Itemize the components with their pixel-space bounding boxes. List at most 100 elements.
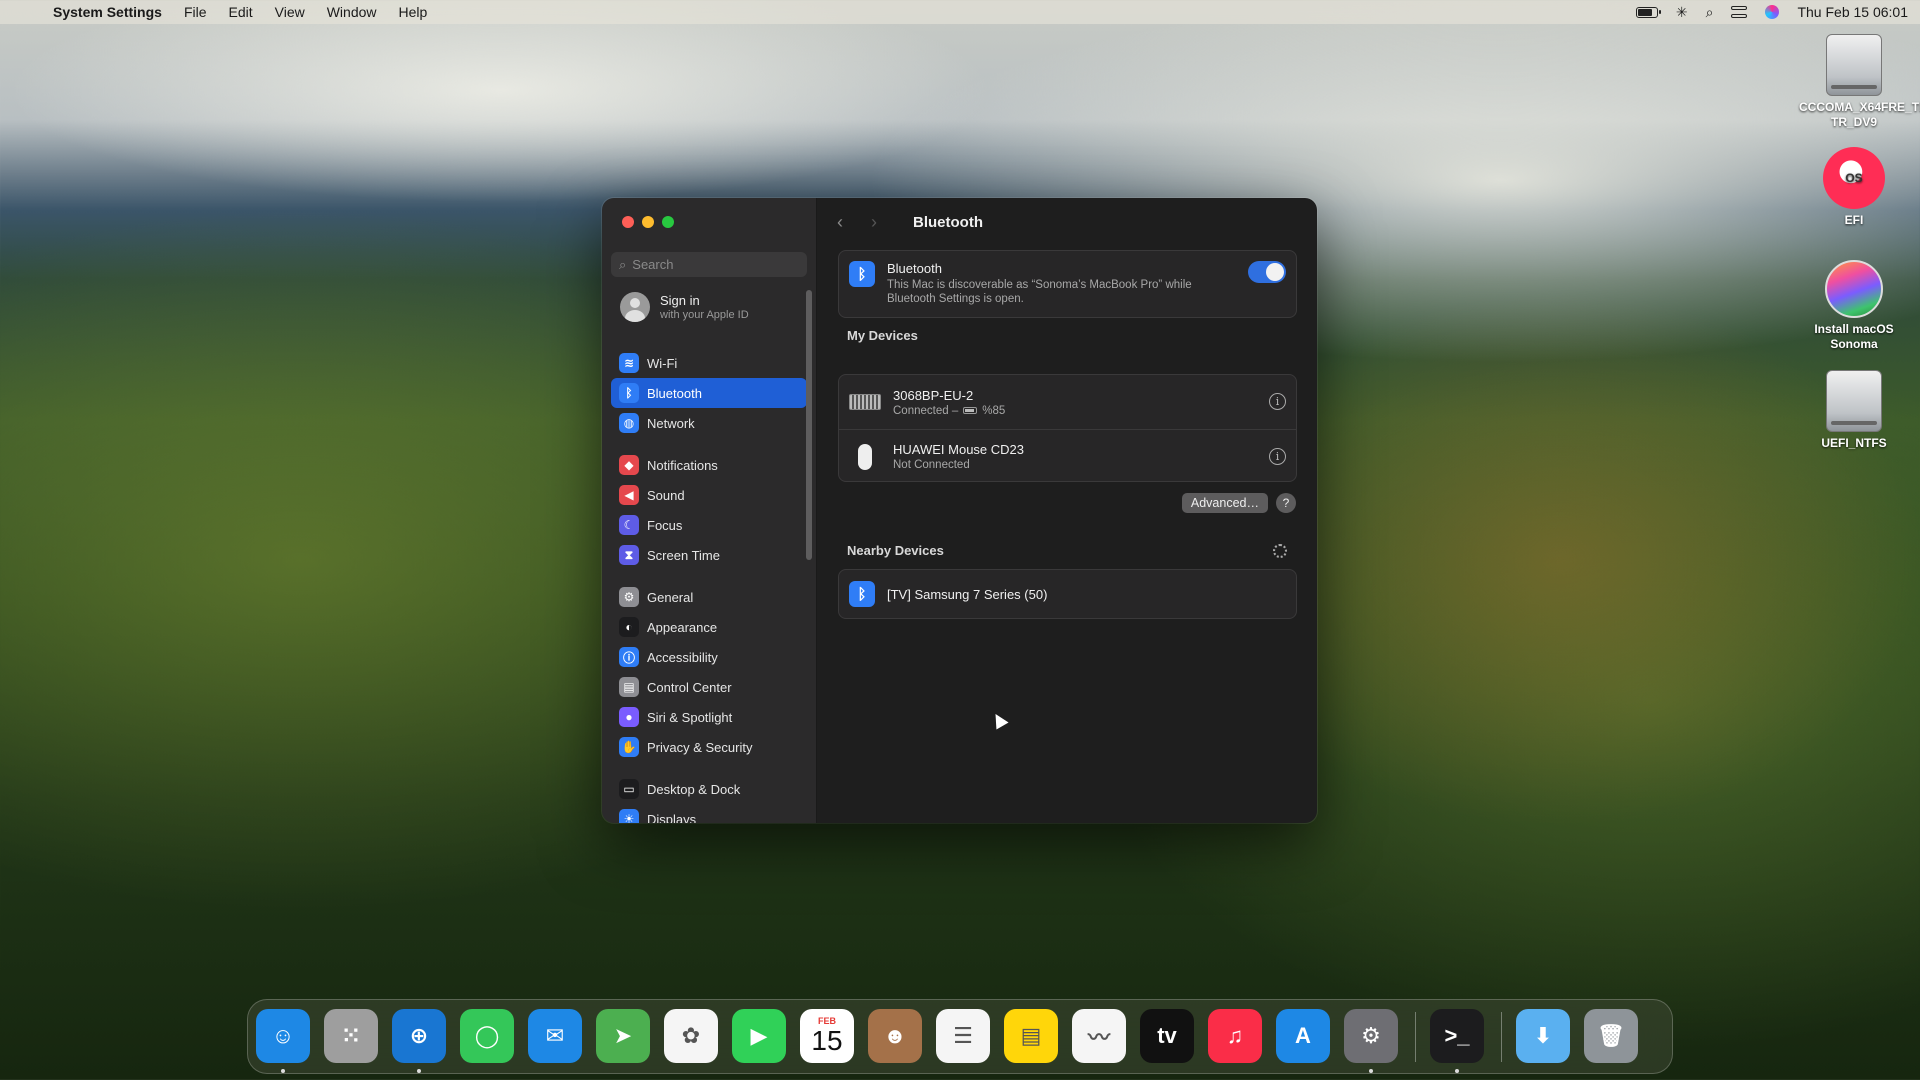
menu-view[interactable]: View (264, 4, 316, 20)
bluetooth-toggle[interactable] (1248, 261, 1286, 283)
control-center-icon: ▤ (619, 677, 639, 697)
bluetooth-description: This Mac is discoverable as “Sonoma’s Ma… (887, 279, 1192, 305)
menu-help[interactable]: Help (388, 4, 439, 20)
apple-id-sign-in[interactable]: Sign in with your Apple ID (620, 292, 749, 322)
maps-icon[interactable]: ➤ (596, 1009, 650, 1063)
info-button[interactable]: i (1269, 448, 1286, 465)
dock-glyph: ✉ (545, 1023, 565, 1048)
desktop-icon-uefi-ntfs[interactable]: UEFI_NTFS (1799, 370, 1909, 451)
dock-glyph: ☺ (271, 1023, 295, 1048)
sidebar-item-notifications[interactable]: ◆ Notifications (611, 450, 807, 480)
dock-glyph: 〰 (1087, 1025, 1110, 1050)
sidebar-item-label: Network (647, 415, 695, 431)
dock-glyph: tv (1157, 1023, 1177, 1048)
menu-file[interactable]: File (173, 4, 218, 20)
sidebar-item-bluetooth[interactable]: ᛒ Bluetooth (611, 378, 807, 408)
device-name: 3068BP-EU-2 (893, 387, 974, 403)
app-store-icon[interactable]: A (1276, 1009, 1330, 1063)
sidebar-item-label: Screen Time (647, 547, 720, 563)
menu-window[interactable]: Window (316, 4, 388, 20)
close-button[interactable] (622, 216, 634, 228)
sidebar-item-focus[interactable]: ☾ Focus (611, 510, 807, 540)
desktop-icon-cccoma[interactable]: CCCOMA_X64FRE_TR-TR_DV9 (1799, 34, 1920, 130)
launchpad-icon[interactable]: ⁙ (324, 1009, 378, 1063)
system-settings-window: ⌕ Search Sign in with your Apple ID ≋ Wi-… (602, 198, 1317, 823)
keyboard-icon (849, 394, 881, 410)
dock-glyph: ⁙ (341, 1023, 361, 1048)
search-placeholder: Search (632, 257, 674, 272)
mail-icon[interactable]: ✉ (528, 1009, 582, 1063)
calendar-icon[interactable]: FEB 15 (800, 1009, 854, 1063)
desktop-icon-efi[interactable]: OS EFI (1799, 147, 1909, 228)
sidebar-item-label: Control Center (647, 679, 732, 695)
control-center-icon[interactable] (1731, 6, 1748, 18)
desktop-icon-install-macos[interactable]: Install macOS Sonoma (1799, 260, 1909, 352)
photos-icon[interactable]: ✿ (664, 1009, 718, 1063)
my-devices-heading: My Devices (847, 328, 918, 343)
battery-icon[interactable] (1635, 6, 1661, 18)
sidebar-item-wi-fi[interactable]: ≋ Wi-Fi (611, 348, 807, 378)
siri-icon: ● (619, 707, 639, 727)
disk-icon (1826, 34, 1882, 96)
safari-icon[interactable]: ⊕ (392, 1009, 446, 1063)
freeform-icon[interactable]: 〰 (1072, 1009, 1126, 1063)
sidebar-item-siri-spotlight[interactable]: ● Siri & Spotlight (611, 702, 807, 732)
accessibility-icon: ⓘ (619, 647, 639, 667)
sidebar-item-accessibility[interactable]: ⓘ Accessibility (611, 642, 807, 672)
device-status-text: Connected – (893, 404, 959, 417)
desktop-icon-label: CCCOMA_X64FRE_TR-TR_DV9 (1799, 100, 1920, 129)
device-row-mouse[interactable]: HUAWEI Mouse CD23 Not Connected i (839, 429, 1296, 483)
terminal-icon[interactable]: >_ (1430, 1009, 1484, 1063)
tv-icon[interactable]: tv (1140, 1009, 1194, 1063)
info-button[interactable]: i (1269, 393, 1286, 410)
sidebar-item-desktop-dock[interactable]: ▭ Desktop & Dock (611, 774, 807, 804)
accessibility-status-icon[interactable]: ✳ (1676, 4, 1688, 21)
music-icon[interactable]: ♫ (1208, 1009, 1262, 1063)
forward-button[interactable]: › (871, 212, 887, 233)
minimize-button[interactable] (642, 216, 654, 228)
downloads-folder-icon[interactable]: ⬇ (1516, 1009, 1570, 1063)
help-button[interactable]: ? (1276, 493, 1296, 513)
sidebar-scrollbar[interactable] (806, 290, 812, 560)
facetime-icon[interactable]: ▶ (732, 1009, 786, 1063)
nearby-device-row[interactable]: ᛒ [TV] Samsung 7 Series (50) (838, 569, 1297, 619)
sidebar-item-control-center[interactable]: ▤ Control Center (611, 672, 807, 702)
search-input[interactable]: ⌕ Search (611, 252, 807, 277)
sidebar-item-appearance[interactable]: ◐ Appearance (611, 612, 807, 642)
dock-glyph: A (1295, 1023, 1311, 1048)
running-indicator (281, 1069, 285, 1073)
back-button[interactable]: ‹ (837, 212, 853, 233)
my-devices-list: 3068BP-EU-2 Connected – %85 i HUAWEI Mou… (838, 374, 1297, 482)
sidebar-item-screen-time[interactable]: ⧗ Screen Time (611, 540, 807, 570)
settings-icon[interactable]: ⚙ (1344, 1009, 1398, 1063)
finder-icon[interactable]: ☺ (256, 1009, 310, 1063)
sidebar-item-label: Accessibility (647, 649, 718, 665)
notes-icon[interactable]: ▤ (1004, 1009, 1058, 1063)
running-indicator (1455, 1069, 1459, 1073)
sidebar-item-sound[interactable]: ◀ Sound (611, 480, 807, 510)
siri-icon[interactable] (1765, 5, 1780, 19)
hourglass-icon: ⧗ (619, 545, 639, 565)
trash-icon[interactable]: 🗑 (1584, 1009, 1638, 1063)
sign-in-subtitle: with your Apple ID (660, 309, 749, 321)
sidebar-item-displays[interactable]: ☀ Displays (611, 804, 807, 823)
advanced-button[interactable]: Advanced… (1181, 493, 1268, 513)
messages-icon[interactable]: ◯ (460, 1009, 514, 1063)
dock-glyph: ▶ (750, 1023, 768, 1048)
zoom-button[interactable] (662, 216, 674, 228)
dock-glyph: 🗑 (1597, 1023, 1625, 1048)
sidebar-item-privacy-security[interactable]: ✋ Privacy & Security (611, 732, 807, 762)
sidebar-item-network[interactable]: ◍ Network (611, 408, 807, 438)
reminders-icon[interactable]: ☰ (936, 1009, 990, 1063)
menu-edit[interactable]: Edit (218, 4, 264, 20)
avatar (620, 292, 650, 322)
sidebar-item-general[interactable]: ⚙ General (611, 582, 807, 612)
contacts-icon[interactable]: ☻ (868, 1009, 922, 1063)
bluetooth-pane: ‹ › Bluetooth ᛒ Bluetooth This Mac is di… (817, 198, 1317, 823)
disk-icon (1826, 370, 1882, 432)
menubar-clock[interactable]: Thu Feb 15 06:01 (1797, 4, 1908, 20)
wifi-icon: ≋ (619, 353, 639, 373)
device-row-keyboard[interactable]: 3068BP-EU-2 Connected – %85 i (839, 375, 1296, 429)
spotlight-search-icon[interactable]: ⌕ (1706, 4, 1714, 21)
menu-app-name[interactable]: System Settings (42, 4, 173, 20)
